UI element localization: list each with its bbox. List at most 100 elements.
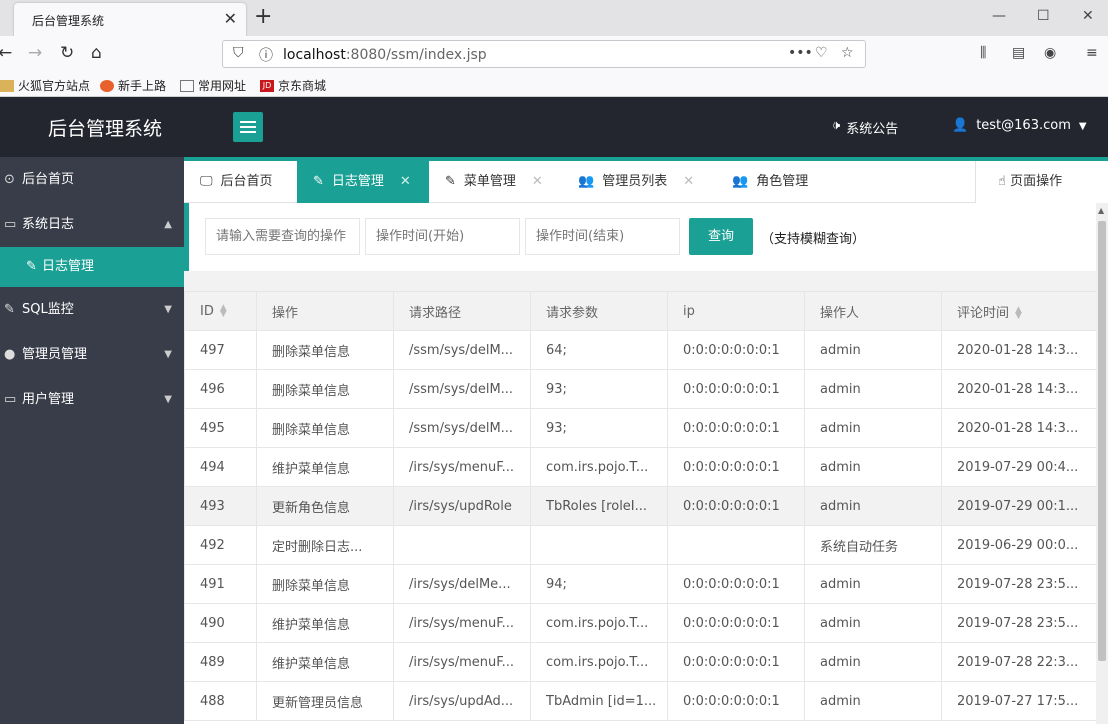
end-time-input[interactable]	[525, 218, 680, 255]
table-cell	[393, 525, 531, 565]
sidebar-item-sql-monitor[interactable]: ✎ SQL监控 ▼	[0, 287, 184, 332]
tab-log-manage[interactable]: ✎ 日志管理 ✕	[297, 161, 429, 203]
table-row[interactable]: 496 删除菜单信息/ssm/sys/delM... 93; 0:0:0:0:0:0:…	[184, 369, 1096, 409]
tab-home[interactable]: 🖵 后台首页	[184, 161, 297, 203]
shield-icon[interactable]: ⛉	[233, 45, 244, 61]
table-row[interactable]: 488 更新管理员信息/irs/sys/updAd... TbAdmin [id=1…	[184, 681, 1096, 721]
browser-tab[interactable]: 后台管理系统 ✕	[14, 3, 246, 36]
monitor-icon: 🖵	[200, 174, 213, 189]
sidebar: ⊙ 后台首页 ▭ 系统日志 ▲ ✎ 日志管理 ✎ SQL监控 ▼ ● 管理员管理 ▼ ▭ 用…	[0, 157, 184, 724]
sidebar-item-admin-manage[interactable]: ● 管理员管理 ▼	[0, 332, 184, 377]
table-cell: 0:0:0:0:0:0:0:1	[667, 564, 805, 604]
new-tab-icon[interactable]: +	[254, 4, 272, 29]
home-icon[interactable]: ⌂	[91, 43, 102, 63]
table-cell: 495	[184, 408, 257, 448]
info-icon[interactable]: ⓘ	[259, 45, 273, 65]
notice-link[interactable]: 🕩 系统公告	[832, 118, 898, 137]
more-icon[interactable]: •••	[788, 45, 813, 61]
table-cell	[667, 525, 805, 565]
menu-toggle-button[interactable]	[233, 112, 263, 142]
table-cell: 2019-06-29 00:0...	[941, 525, 1096, 565]
table-cell: 2020-01-28 14:3...	[941, 330, 1096, 370]
table-cell: 删除菜单信息	[256, 408, 394, 448]
maximize-icon[interactable]: ☐	[1037, 8, 1050, 24]
scrollbar[interactable]: ▲	[1096, 203, 1108, 724]
table-cell: 492	[184, 525, 257, 565]
table-cell: 2019-07-29 00:4...	[941, 447, 1096, 487]
window-close-icon[interactable]: ✕	[1082, 8, 1094, 24]
table-row[interactable]: 495 删除菜单信息/ssm/sys/delM... 93; 0:0:0:0:0:0:…	[184, 408, 1096, 448]
sort-icon[interactable]: ▲ ▼	[1015, 306, 1022, 321]
url-text: localhost:8080/ssm/index.jsp	[283, 47, 487, 63]
account-icon[interactable]: ◉	[1044, 45, 1056, 61]
tab-admin-list[interactable]: 👥 管理员列表 ✕	[562, 161, 712, 203]
table-row[interactable]: 492 定时删除日志... 系统自动任务 2019-06-29 00:0...	[184, 525, 1096, 565]
query-button[interactable]: 查询	[689, 218, 753, 255]
bookmark-item[interactable]: JD 京东商城	[260, 77, 326, 94]
table-cell: admin	[804, 408, 942, 448]
bookmarks-bar: 火狐官方站点 新手上路 常用网址 JD 京东商城	[0, 72, 1108, 97]
caret-down-icon: ▼	[1078, 121, 1087, 132]
sidebar-toggle-icon[interactable]: ▤	[1012, 45, 1025, 61]
table-cell: admin	[804, 369, 942, 409]
sidebar-item-home[interactable]: ⊙ 后台首页	[0, 157, 184, 202]
folder-icon	[180, 79, 194, 92]
bookmark-item[interactable]: 火狐官方站点	[0, 77, 90, 94]
table-cell: 494	[184, 447, 257, 487]
table-cell: 94;	[530, 564, 668, 604]
table-cell: com.irs.pojo.T...	[530, 642, 668, 682]
table-cell: 2019-07-27 17:5...	[941, 681, 1096, 721]
forward-icon[interactable]: →	[28, 43, 42, 63]
operation-search-input[interactable]	[205, 218, 360, 255]
sort-icon[interactable]: ▲ ▼	[220, 304, 227, 319]
reload-icon[interactable]: ↻	[60, 43, 74, 63]
library-icon[interactable]: ⫼	[980, 45, 986, 61]
start-time-input[interactable]	[365, 218, 520, 255]
page-operations-button[interactable]: ☝ 页面操作	[975, 161, 1108, 203]
close-icon[interactable]: ✕	[683, 161, 694, 203]
close-icon[interactable]: ✕	[400, 161, 411, 203]
close-icon[interactable]: ✕	[532, 161, 543, 203]
sidebar-item-user-manage[interactable]: ▭ 用户管理 ▼	[0, 377, 184, 422]
caret-down-icon: ▼	[164, 304, 172, 315]
sidebar-item-log-manage[interactable]: ✎ 日志管理	[0, 247, 184, 287]
sidebar-item-system-log[interactable]: ▭ 系统日志 ▲	[0, 202, 184, 247]
column-header-id[interactable]: ID ▲ ▼	[184, 291, 257, 331]
caret-down-icon: ▼	[164, 349, 172, 360]
hand-pointer-icon: ☝	[998, 174, 1006, 189]
table-row[interactable]: 497 删除菜单信息/ssm/sys/delM... 64; 0:0:0:0:0:0:…	[184, 330, 1096, 370]
app-header: 后台管理系统 🕩 系统公告 👤 test@163.com ▼	[0, 97, 1108, 157]
back-icon[interactable]: ←	[0, 43, 12, 63]
close-tab-icon[interactable]: ✕	[224, 9, 237, 28]
caret-up-icon: ▲	[164, 219, 172, 230]
pencil-icon: ✎	[313, 174, 324, 189]
table-row[interactable]: 489 维护菜单信息/irs/sys/menuF... com.irs.pojo.T…	[184, 642, 1096, 682]
table-row[interactable]: 490 维护菜单信息/irs/sys/menuF... com.irs.pojo.T…	[184, 603, 1096, 643]
table-cell: 更新管理员信息	[256, 681, 394, 721]
minimize-icon[interactable]: —	[992, 8, 1006, 24]
table-cell: 0:0:0:0:0:0:0:1	[667, 486, 805, 526]
bookmark-item[interactable]: 新手上路	[100, 77, 166, 94]
caret-down-icon: ▼	[164, 394, 172, 405]
table-row[interactable]: 491 删除菜单信息/irs/sys/delMe... 94; 0:0:0:0:0:0…	[184, 564, 1096, 604]
table-cell: /ssm/sys/delM...	[393, 330, 531, 370]
column-header-time[interactable]: 评论时间 ▲ ▼	[941, 291, 1096, 331]
url-bar[interactable]: ⛉ ⓘ localhost:8080/ssm/index.jsp ••• ♡ ☆	[222, 40, 866, 68]
scrollbar-thumb[interactable]	[1098, 221, 1106, 661]
table-cell: 2019-07-28 23:5...	[941, 603, 1096, 643]
table-cell: admin	[804, 564, 942, 604]
hamburger-menu-icon[interactable]: ≡	[1086, 45, 1098, 61]
table-cell: 定时删除日志...	[256, 525, 394, 565]
bookmark-item[interactable]: 常用网址	[180, 77, 246, 94]
pocket-icon[interactable]: ♡	[815, 45, 828, 61]
table-cell: 0:0:0:0:0:0:0:1	[667, 330, 805, 370]
table-cell: 更新角色信息	[256, 486, 394, 526]
scroll-up-icon[interactable]: ▲	[1098, 206, 1104, 215]
table-row[interactable]: 494 维护菜单信息/irs/sys/menuF... com.irs.pojo.T…	[184, 447, 1096, 487]
table-cell: 2020-01-28 14:3...	[941, 369, 1096, 409]
tab-role-manage[interactable]: 👥 角色管理	[716, 161, 836, 203]
bookmark-star-icon[interactable]: ☆	[841, 45, 854, 61]
user-menu[interactable]: 👤 test@163.com ▼	[952, 118, 1087, 135]
tab-menu-manage[interactable]: ✎ 菜单管理 ✕	[429, 161, 559, 203]
table-row[interactable]: 493 更新角色信息/irs/sys/updRole TbRoles [roleI.…	[184, 486, 1096, 526]
